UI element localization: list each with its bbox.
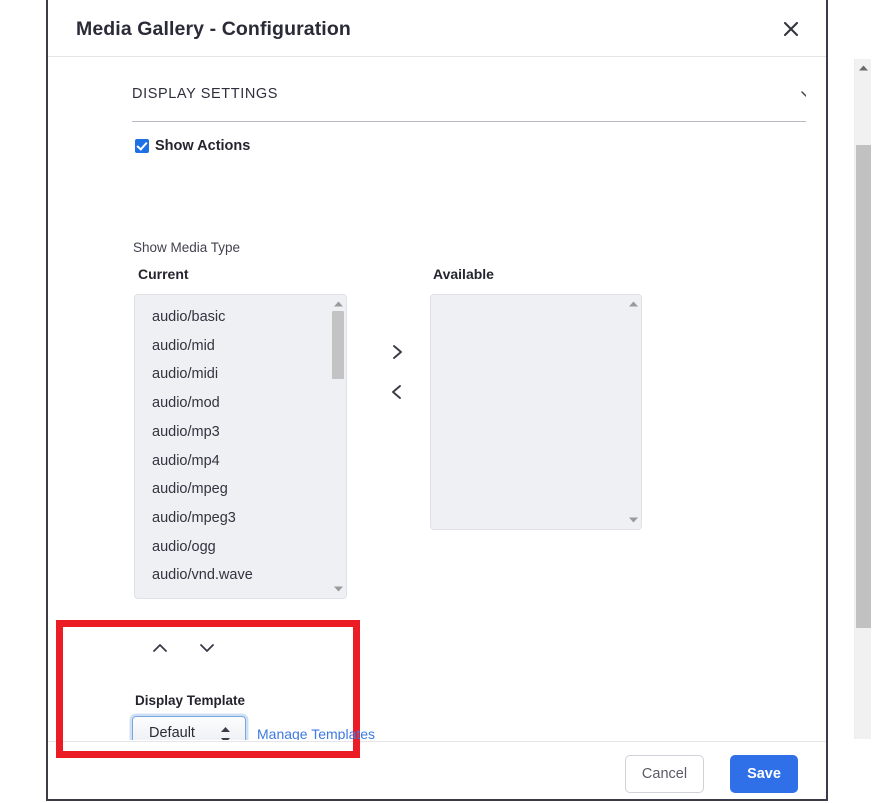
available-list-scrollbar[interactable] (625, 295, 641, 529)
list-item[interactable]: audio/midi (135, 360, 329, 389)
section-display-settings[interactable]: DISPLAY SETTINGS (132, 85, 806, 122)
save-button[interactable]: Save (730, 755, 798, 793)
current-list-scrollbar[interactable] (330, 295, 346, 598)
scroll-up-arrow-icon[interactable] (625, 297, 641, 311)
scroll-down-arrow-icon[interactable] (625, 513, 641, 527)
chevron-up-icon[interactable] (144, 632, 175, 663)
current-list-label: Current (138, 266, 189, 282)
show-actions-checkbox[interactable] (135, 139, 149, 153)
scroll-up-arrow-icon[interactable] (855, 59, 871, 76)
dialog-body: DISPLAY SETTINGS Show Actions Show Media… (48, 57, 806, 740)
show-actions-row[interactable]: Show Actions (135, 138, 250, 154)
list-item[interactable]: audio/mpeg (135, 475, 329, 504)
dialog-body-scrollbar[interactable] (854, 59, 871, 739)
dialog-title: Media Gallery - Configuration (76, 18, 351, 40)
list-item[interactable]: audio/mp4 (135, 447, 329, 476)
list-item[interactable]: audio/mp3 (135, 418, 329, 447)
list-item[interactable]: audio/mid (135, 332, 329, 361)
cancel-button[interactable]: Cancel (625, 755, 704, 793)
list-item[interactable]: audio/mpeg3 (135, 504, 329, 533)
chevron-left-icon[interactable] (380, 372, 414, 412)
list-item[interactable]: audio/vnd.wave (135, 561, 329, 590)
current-list-scroll-thumb[interactable] (332, 311, 344, 379)
section-title: DISPLAY SETTINGS (132, 86, 279, 102)
dialog-footer: Cancel Save (48, 741, 826, 799)
reorder-buttons (144, 632, 222, 663)
dialog-header: Media Gallery - Configuration (48, 0, 826, 57)
current-media-types-listbox[interactable]: audio/basic audio/mid audio/midi audio/mod a… (134, 294, 347, 599)
dialog-body-scroll-thumb[interactable] (856, 145, 871, 628)
scroll-up-arrow-icon[interactable] (330, 297, 346, 311)
list-item[interactable]: audio/ogg (135, 533, 329, 562)
updown-arrows-icon (220, 726, 231, 740)
show-actions-label: Show Actions (155, 138, 251, 154)
display-template-label: Display Template (135, 693, 246, 708)
list-item[interactable]: audio/basic (135, 303, 329, 332)
configuration-dialog: Media Gallery - Configuration DISPLAY SE… (46, 0, 871, 801)
close-icon[interactable] (776, 14, 806, 44)
chevron-down-icon[interactable] (191, 632, 222, 663)
chevron-right-icon[interactable] (380, 332, 414, 372)
display-template-selected-value: Default (149, 725, 195, 740)
scroll-down-arrow-icon[interactable] (330, 582, 346, 596)
current-media-types-items[interactable]: audio/basic audio/mid audio/midi audio/mod a… (135, 303, 329, 590)
display-template-select[interactable]: Default (132, 716, 246, 740)
available-list-label: Available (433, 266, 494, 282)
available-media-types-listbox[interactable] (430, 294, 642, 530)
chevron-down-icon[interactable] (797, 84, 806, 111)
list-item[interactable]: audio/mod (135, 389, 329, 418)
show-media-type-label: Show Media Type (133, 240, 241, 255)
manage-templates-link[interactable]: Manage Templates (257, 726, 375, 740)
transfer-buttons (380, 332, 414, 412)
